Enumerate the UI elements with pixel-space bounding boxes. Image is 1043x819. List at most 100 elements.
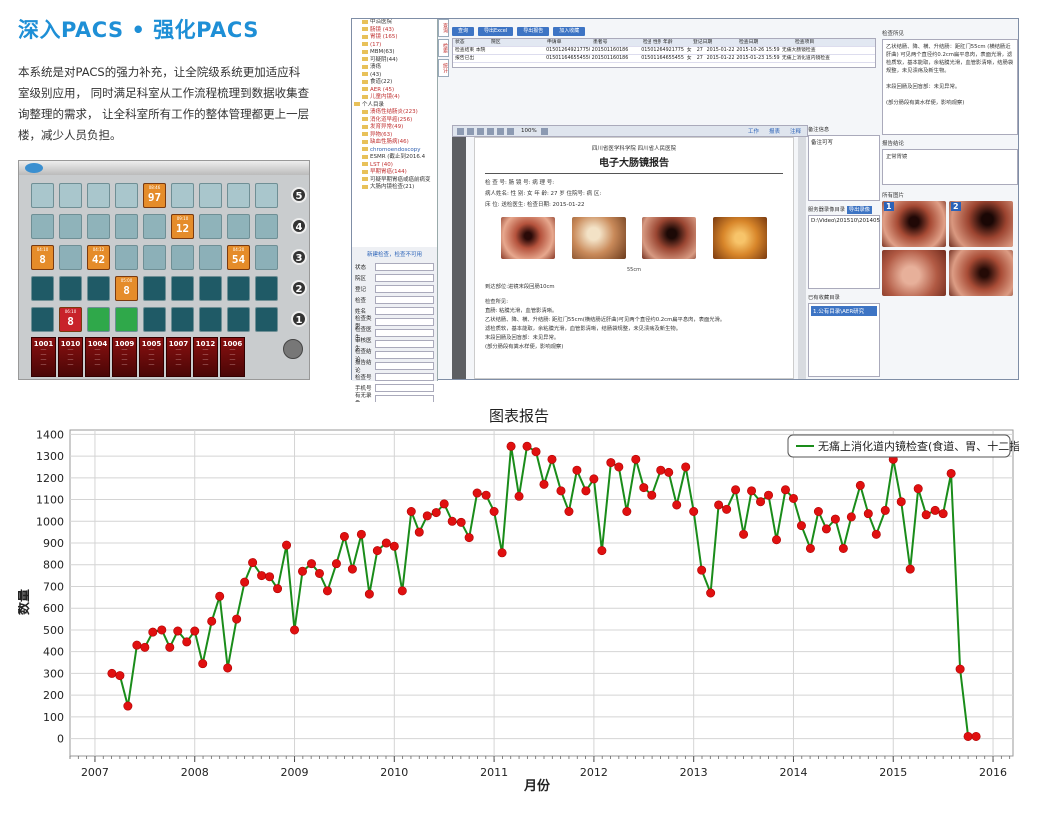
queue-cell[interactable] (227, 307, 250, 332)
data-point[interactable] (514, 491, 524, 501)
queue-cell[interactable] (87, 183, 110, 208)
data-point[interactable] (589, 474, 599, 484)
data-point[interactable] (955, 664, 965, 674)
data-point[interactable] (414, 527, 424, 537)
data-point[interactable] (547, 454, 557, 464)
queue-control-knob-icon[interactable] (283, 339, 303, 359)
favorites-list[interactable]: 1.公有目录\AER研究 (808, 303, 880, 377)
data-point[interactable] (456, 517, 466, 527)
zoom-out-icon[interactable] (507, 127, 514, 135)
table-header-cell[interactable]: 患者号 (591, 39, 641, 46)
data-point[interactable] (722, 504, 732, 514)
data-point[interactable] (472, 488, 482, 498)
data-point[interactable] (913, 484, 923, 494)
data-point[interactable] (606, 458, 616, 468)
data-point[interactable] (830, 514, 840, 524)
filter-input[interactable] (375, 296, 434, 304)
tree-item[interactable]: 肠镜 (43) (352, 27, 437, 35)
data-point[interactable] (905, 564, 915, 574)
data-point[interactable] (871, 529, 881, 539)
data-point[interactable] (813, 507, 823, 517)
queue-cell[interactable] (255, 183, 278, 208)
queue-cell[interactable] (199, 183, 222, 208)
data-point[interactable] (107, 668, 117, 678)
data-point[interactable] (564, 507, 574, 517)
data-point[interactable] (148, 627, 158, 637)
tree-item[interactable]: 异物(63) (352, 132, 437, 140)
queue-ticket-card[interactable]: 1009 ─── ─── ─── ─── (112, 337, 137, 377)
data-point[interactable] (422, 511, 432, 521)
queue-cell[interactable] (87, 214, 110, 239)
toolbar-button[interactable]: 查询 (452, 27, 475, 36)
data-point[interactable] (731, 485, 741, 495)
data-point[interactable] (863, 509, 873, 519)
table-row[interactable]: 报告已出 0150116465545502201501160186 01501164… (453, 55, 875, 63)
data-point[interactable] (796, 521, 806, 531)
tree-item[interactable]: chromoendoscopy (352, 147, 437, 155)
table-header-cell[interactable]: 性别 (651, 39, 661, 46)
queue-ticket-card[interactable]: 1004 ─── ─── ─── ─── (85, 337, 110, 377)
endoscopy-image[interactable] (712, 217, 767, 259)
queue-cell[interactable] (255, 245, 278, 270)
data-point[interactable] (273, 584, 283, 594)
zoom-level[interactable]: 100% (521, 128, 537, 134)
queue-ticket-card[interactable]: 1006 ─── ─── ─── ─── (220, 337, 245, 377)
data-point[interactable] (115, 671, 125, 681)
next-page-icon[interactable] (497, 127, 504, 135)
data-point[interactable] (198, 659, 208, 669)
data-point[interactable] (581, 486, 591, 496)
data-point[interactable] (805, 543, 815, 553)
queue-cell[interactable] (227, 214, 250, 239)
data-point[interactable] (215, 591, 225, 601)
thumbnail-image[interactable] (882, 250, 946, 296)
vertical-tab[interactable]: 检索 (438, 39, 449, 57)
table-header-cell[interactable]: 检查日期 (737, 39, 793, 46)
tree-item[interactable]: 可疑早期胃癌或癌前病变 (352, 177, 437, 185)
tree-item[interactable]: (43) (352, 72, 437, 80)
report-tool-table[interactable]: 报表 (769, 127, 780, 135)
queue-cell-active[interactable]: 04:20 54 (227, 245, 250, 270)
data-point[interactable] (697, 565, 707, 575)
tree-item[interactable]: 胃镜 (165) (352, 34, 437, 42)
table-header-cell[interactable]: 院区 (489, 39, 545, 46)
tree-item[interactable]: 食道(22) (352, 79, 437, 87)
data-point[interactable] (855, 480, 865, 490)
queue-cell[interactable] (255, 307, 278, 332)
save-icon[interactable] (467, 127, 474, 135)
data-point[interactable] (389, 541, 399, 551)
data-point[interactable] (756, 497, 766, 507)
data-point[interactable] (846, 512, 856, 522)
data-point[interactable] (447, 516, 457, 526)
table-row[interactable]: 检查结束 本院 0150126492177502201501160186 01501… (453, 47, 875, 55)
queue-cell[interactable] (31, 183, 54, 208)
tree-item[interactable]: 中沿医院 (352, 19, 437, 27)
data-point[interactable] (597, 546, 607, 556)
queue-cell[interactable] (31, 276, 54, 301)
data-point[interactable] (714, 500, 724, 510)
tree-item[interactable]: LST (40) (352, 162, 437, 170)
data-point[interactable] (306, 559, 316, 569)
conclusion-textbox[interactable]: 正常胃镜 (882, 149, 1018, 185)
data-point[interactable] (838, 543, 848, 553)
data-point[interactable] (531, 447, 541, 457)
tree-item[interactable]: (17) (352, 42, 437, 50)
data-point[interactable] (788, 493, 798, 503)
data-point[interactable] (322, 586, 332, 596)
data-point[interactable] (257, 571, 267, 581)
data-point[interactable] (190, 626, 200, 636)
filter-input[interactable] (375, 318, 434, 326)
tree-item[interactable]: 儿童内镜(4) (352, 94, 437, 102)
filter-input[interactable] (375, 285, 434, 293)
table-header-cell[interactable]: 检查项目 (793, 39, 833, 46)
tree-item[interactable]: 消化道早癌(256) (352, 117, 437, 125)
data-point[interactable] (647, 490, 657, 500)
data-point[interactable] (631, 454, 641, 464)
data-point[interactable] (896, 497, 906, 507)
queue-cell[interactable] (143, 214, 166, 239)
queue-cell-active[interactable]: 04:10 8 (31, 245, 54, 270)
data-point[interactable] (157, 625, 167, 635)
data-point[interactable] (664, 467, 674, 477)
data-point[interactable] (930, 505, 940, 515)
endoscopy-image[interactable] (571, 217, 626, 259)
data-point[interactable] (747, 486, 757, 496)
